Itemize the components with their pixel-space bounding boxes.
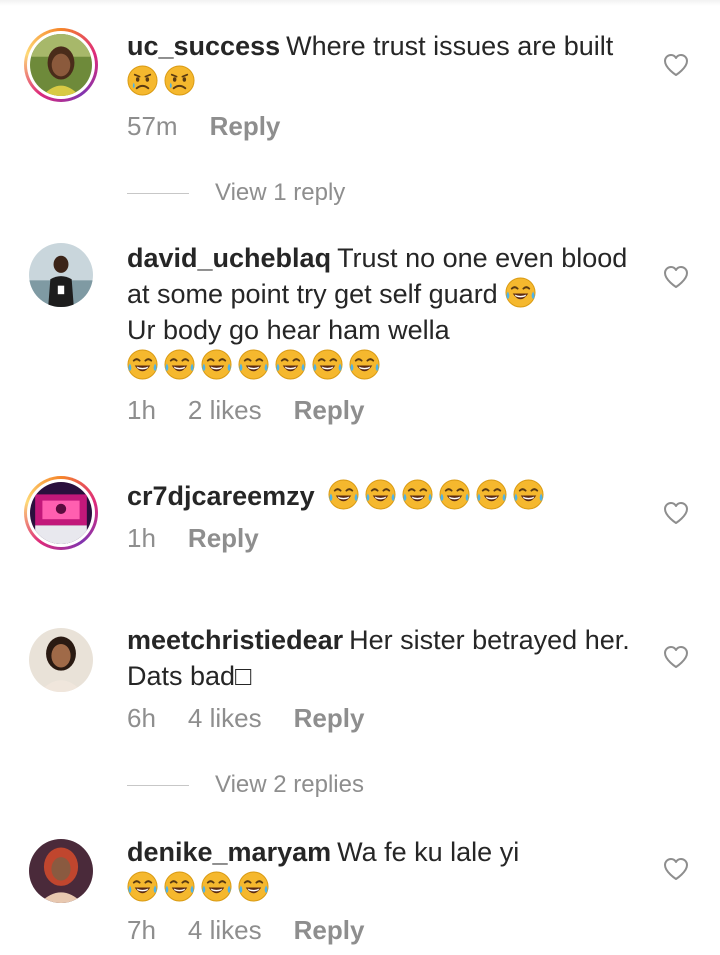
face-with-tears-of-joy-emoji	[201, 871, 232, 902]
avatar[interactable]	[24, 623, 98, 697]
avatar-photo	[29, 628, 93, 692]
comment-text: Wa fe ku lale yi	[337, 837, 520, 867]
comment-time: 57m	[127, 111, 178, 141]
comment-time: 1h	[127, 395, 156, 425]
comment-time: 1h	[127, 523, 156, 553]
reply-button[interactable]: Reply	[294, 915, 365, 945]
face-with-tears-of-joy-emoji	[164, 349, 195, 380]
emoji-row	[127, 870, 269, 906]
view-replies-label: View 1 reply	[215, 179, 346, 206]
worried-face-emoji	[127, 65, 158, 96]
reply-button[interactable]: Reply	[294, 703, 365, 733]
reply-button[interactable]: Reply	[188, 523, 259, 553]
likes-count[interactable]: 2 likes	[188, 395, 262, 425]
comment-username[interactable]: meetchristiedear	[127, 625, 343, 655]
replies-divider-line	[127, 193, 189, 195]
reply-button[interactable]: Reply	[294, 395, 365, 425]
face-with-tears-of-joy-emoji	[476, 479, 507, 510]
reply-button[interactable]: Reply	[210, 111, 281, 141]
likes-count[interactable]: 4 likes	[188, 703, 262, 733]
comment-username[interactable]: uc_success	[127, 31, 280, 61]
comment-time: 7h	[127, 915, 156, 945]
comment-username[interactable]: david_ucheblaq	[127, 243, 331, 273]
avatar-photo	[29, 243, 93, 307]
heart-outline-icon[interactable]	[663, 53, 689, 77]
worried-face-emoji	[164, 65, 195, 96]
comment-meta: 57m Reply	[127, 111, 312, 142]
face-with-tears-of-joy-emoji	[201, 349, 232, 380]
face-with-tears-of-joy-emoji	[238, 871, 269, 902]
comment-meta: 7h 4 likes Reply	[127, 915, 396, 946]
avatar-photo	[29, 839, 93, 903]
comment-username[interactable]: cr7djcareemzy	[127, 481, 315, 511]
unsupported-glyph: □	[235, 661, 252, 691]
comment-text: Where trust issues are built	[286, 31, 614, 61]
replies-divider-line	[127, 785, 189, 787]
heart-outline-icon[interactable]	[663, 857, 689, 881]
comment-text-line2: Ur body go hear ham wella	[127, 315, 450, 345]
face-with-tears-of-joy-emoji	[365, 479, 396, 510]
emoji-row	[127, 348, 380, 384]
face-with-tears-of-joy-emoji	[127, 871, 158, 902]
comment-time: 6h	[127, 703, 156, 733]
face-with-tears-of-joy-emoji	[328, 479, 359, 510]
face-with-tears-of-joy-emoji	[513, 479, 544, 510]
avatar[interactable]	[24, 834, 98, 908]
avatar-photo	[30, 482, 92, 544]
view-replies-button[interactable]: View 2 replies	[127, 771, 364, 799]
comment-meta: 1h Reply	[127, 523, 291, 554]
face-with-tears-of-joy-emoji	[275, 349, 306, 380]
comment-body: cr7djcareemzy	[127, 478, 637, 514]
comment-meta: 1h 2 likes Reply	[127, 395, 396, 426]
comment-username[interactable]: denike_maryam	[127, 837, 331, 867]
face-with-tears-of-joy-emoji	[164, 871, 195, 902]
heart-outline-icon[interactable]	[663, 265, 689, 289]
heart-outline-icon[interactable]	[663, 501, 689, 525]
comment-body: meetchristiedear Her sister betrayed her.…	[127, 622, 637, 694]
face-with-tears-of-joy-emoji	[127, 349, 158, 380]
comment-body: david_ucheblaq Trust no one even blood at…	[127, 240, 637, 384]
face-with-tears-of-joy-emoji	[439, 479, 470, 510]
face-with-tears-of-joy-emoji	[312, 349, 343, 380]
avatar[interactable]	[24, 238, 98, 312]
view-replies-label: View 2 replies	[215, 771, 364, 798]
face-with-tears-of-joy-emoji	[238, 349, 269, 380]
emoji-row	[328, 478, 544, 514]
comment-meta: 6h 4 likes Reply	[127, 703, 396, 734]
emoji-row	[127, 64, 195, 100]
avatar[interactable]	[24, 28, 98, 102]
comment-body: uc_success Where trust issues are built	[127, 28, 637, 100]
face-with-tears-of-joy-emoji	[402, 479, 433, 510]
avatar[interactable]	[24, 476, 98, 550]
comment-body: denike_maryam Wa fe ku lale yi	[127, 834, 637, 906]
heart-outline-icon[interactable]	[663, 645, 689, 669]
face-with-tears-of-joy-emoji	[505, 277, 536, 308]
avatar-photo	[30, 34, 92, 96]
comments-screen: uc_success Where trust issues are built 5…	[0, 0, 720, 955]
comment-item: uc_success Where trust issues are built 5…	[0, 0, 720, 215]
likes-count[interactable]: 4 likes	[188, 915, 262, 945]
view-replies-button[interactable]: View 1 reply	[127, 179, 345, 207]
face-with-tears-of-joy-emoji	[349, 349, 380, 380]
